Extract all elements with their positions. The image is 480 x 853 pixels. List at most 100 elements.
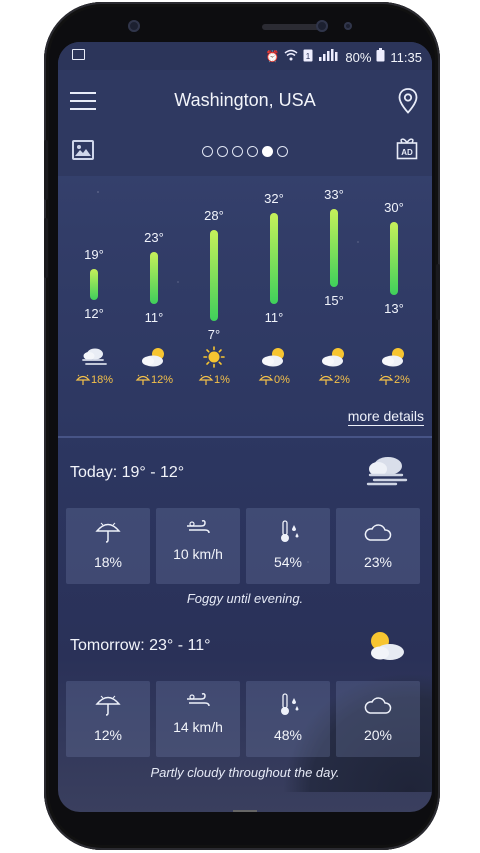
page-dot-1[interactable]: [202, 146, 213, 157]
app-screen: ⏰ 1 80% 11:35 Washington, USA AD 19° 12°…: [58, 42, 432, 812]
tomorrow-humidity-value: 48%: [273, 727, 303, 743]
app-header: Washington, USA AD: [58, 70, 432, 176]
today-humidity-tile: 54%: [246, 508, 330, 584]
forecast-precip: 2%: [364, 374, 424, 386]
forecast-temp-bar: [150, 252, 158, 304]
forecast-temp-bar: [390, 221, 398, 296]
forecast-precip: 18%: [64, 374, 124, 386]
partly-cloudy-icon: [379, 346, 409, 368]
tomorrow-summary: Partly cloudy throughout the day.: [150, 765, 340, 780]
today-wind-tile: 10 km/h: [156, 508, 240, 584]
today-precip-value: 18%: [93, 554, 123, 570]
tomorrow-wind-value: 14 km/h: [173, 719, 223, 735]
section-divider: [58, 436, 432, 438]
power-button: [436, 264, 440, 320]
more-details-link[interactable]: more details: [347, 408, 424, 426]
fog-cloud-icon: [366, 457, 408, 486]
sun-icon: [199, 346, 229, 368]
forecast-low-temp: 13°: [384, 301, 404, 317]
ad-gift-icon[interactable]: AD: [396, 136, 418, 160]
tomorrow-title: Tomorrow: 23° - 11°: [70, 637, 211, 654]
front-camera: [128, 20, 140, 32]
forecast-precip-value: 2%: [394, 374, 410, 386]
page-dot-6[interactable]: [277, 146, 288, 157]
signal-icon: [318, 48, 340, 66]
battery-percent: 80%: [345, 49, 372, 65]
volume-button: [44, 140, 48, 200]
today-wind-value: 10 km/h: [173, 546, 223, 562]
sim-icon: 1: [303, 49, 313, 66]
page-dot-4[interactable]: [247, 146, 258, 157]
page-dot-3[interactable]: [232, 146, 243, 157]
status-icons: ⏰ 1 80% 11:35: [266, 48, 422, 66]
forecast-low-temp: 12°: [84, 305, 104, 321]
alarm-icon: ⏰: [265, 51, 280, 63]
wind-icon: [187, 520, 210, 534]
forecast-temp-bar: [270, 213, 278, 304]
clock: 11:35: [390, 49, 422, 65]
forecast-precip: 1%: [184, 374, 244, 386]
forecast-precip-value: 1%: [214, 374, 230, 386]
forecast-high-temp: 30°: [384, 199, 404, 215]
today-humidity-value: 54%: [273, 554, 303, 570]
humidity-thermometer-icon: [281, 520, 299, 542]
partly-cloudy-icon: [319, 346, 349, 368]
forecast-high-temp: 33°: [324, 186, 344, 202]
iris-sensor: [316, 20, 328, 32]
forecast-high-temp: 19°: [84, 247, 104, 263]
today-stats: 18% 10 km/h 54% 23%: [66, 508, 426, 584]
page-dot-5-active[interactable]: [262, 146, 273, 157]
forecast-precip: 12%: [124, 374, 184, 386]
tomorrow-precip-tile: 12%: [66, 681, 150, 757]
forecast-high-temp: 28°: [204, 208, 224, 224]
gallery-notification-icon: [72, 49, 85, 60]
status-bar: ⏰ 1 80% 11:35: [58, 42, 432, 70]
tomorrow-wind-tile: 14 km/h: [156, 681, 240, 757]
hourly-forecast-chart: 19° 12° 18% 23° 11° 12% 28° 7° 1% 32° 11° 0% 33° 15° 2…: [58, 176, 432, 386]
forecast-precip: 2%: [304, 374, 364, 386]
today-title: Today: 19° - 12°: [70, 464, 185, 481]
humidity-thermometer-icon: [281, 693, 299, 715]
umbrella-icon: [95, 522, 121, 543]
home-indicator: [233, 810, 257, 812]
tomorrow-precip-value: 12%: [93, 727, 123, 743]
location-title[interactable]: Washington, USA: [58, 90, 432, 111]
page-dot-2[interactable]: [217, 146, 228, 157]
svg-text:AD: AD: [401, 148, 413, 157]
forecast-low-temp: 11°: [264, 310, 284, 325]
today-cloud-value: 23%: [363, 554, 393, 570]
speaker-grille: [262, 24, 320, 30]
wifi-icon: [284, 49, 298, 65]
forecast-low-temp: 11°: [144, 310, 164, 325]
today-summary: Foggy until evening.: [186, 591, 304, 606]
forecast-precip-value: 2%: [334, 374, 350, 386]
location-pin-icon[interactable]: [398, 88, 418, 114]
umbrella-icon: [95, 695, 121, 716]
forecast-high-temp: 32°: [264, 191, 284, 206]
forecast-low-temp: 15°: [324, 292, 344, 308]
tomorrow-cloud-tile: 20%: [336, 681, 420, 757]
cloud-icon: [364, 524, 392, 541]
cloud-icon: [364, 697, 392, 714]
proximity-sensor: [344, 22, 352, 30]
today-cloud-tile: 23%: [336, 508, 420, 584]
bixby-button: [44, 218, 48, 278]
partly-cloudy-icon: [259, 346, 289, 368]
forecast-precip-value: 18%: [90, 374, 114, 386]
forecast-temp-bar: [330, 208, 338, 287]
wind-icon: [187, 693, 210, 707]
battery-icon: [376, 48, 385, 66]
today-precip-tile: 18%: [66, 508, 150, 584]
partly-cloudy-icon: [139, 346, 169, 368]
forecast-temp-bar: [90, 269, 98, 300]
partly-cloudy-icon: [371, 632, 404, 660]
svg-text:1: 1: [306, 52, 311, 61]
forecast-precip-value: 12%: [150, 374, 174, 386]
tomorrow-humidity-tile: 48%: [246, 681, 330, 757]
forecast-low-temp: 7°: [207, 327, 221, 343]
tomorrow-cloud-value: 20%: [363, 727, 393, 743]
fog-icon: [79, 346, 109, 368]
forecast-temp-bar: [210, 230, 218, 322]
forecast-high-temp: 23°: [144, 230, 164, 245]
tomorrow-stats: 12% 14 km/h 48% 20%: [66, 681, 426, 757]
